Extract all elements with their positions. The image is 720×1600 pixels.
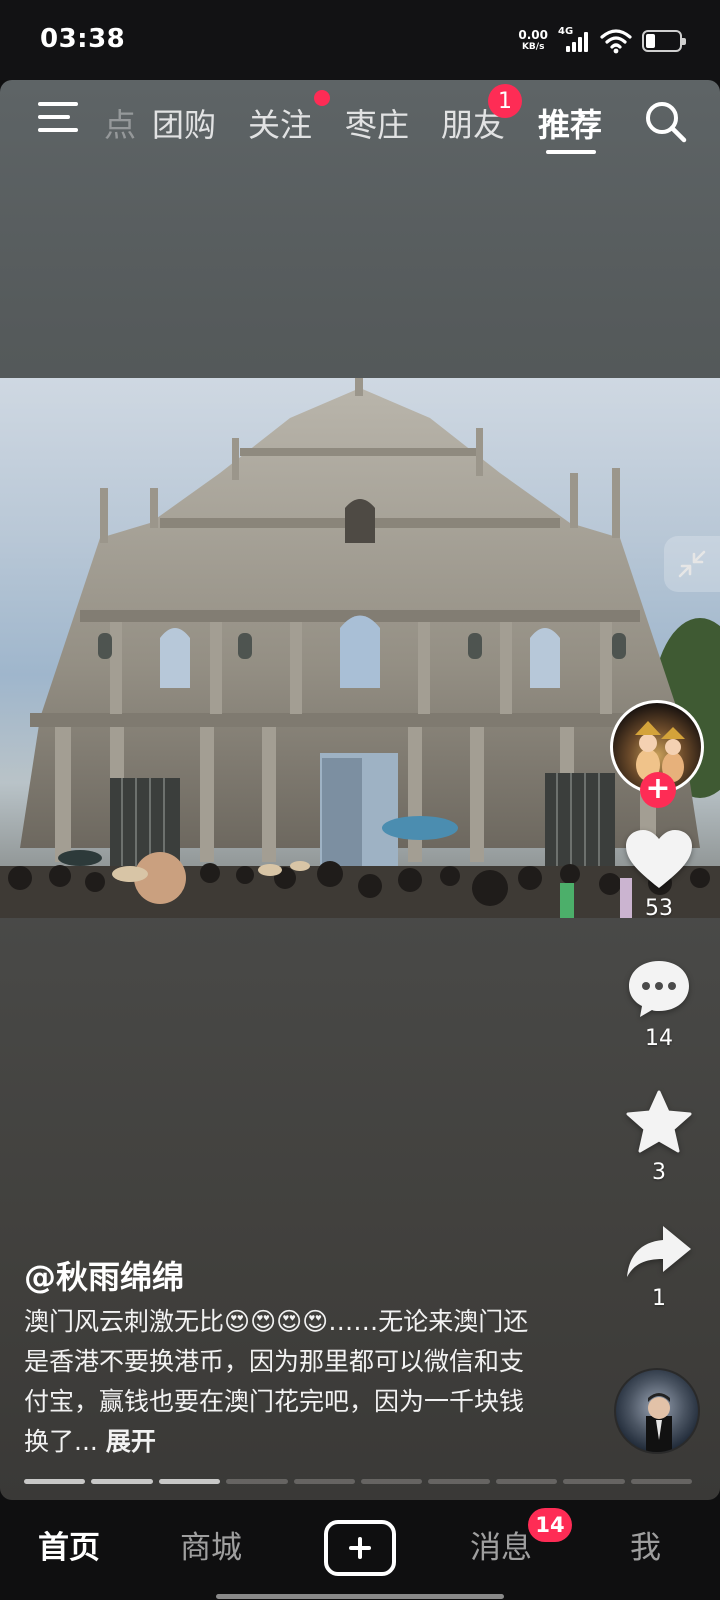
caption-text: 澳门风云刺激无比😍😍😍😍……无论来澳门还是香港不要换港币，因为那里都可以微信和支… [24, 1307, 529, 1456]
like-button[interactable]: 53 [614, 828, 704, 921]
progress-segment [24, 1479, 86, 1484]
progress-segment [495, 1479, 558, 1484]
following-notification-dot [314, 90, 330, 106]
share-button[interactable]: 1 [614, 1224, 704, 1311]
nav-mall[interactable]: 商城 [180, 1522, 242, 1567]
active-tab-indicator [546, 150, 596, 154]
bottom-nav: 首页 商城 消息 14 我 [0, 1500, 720, 1600]
network-type-label: 4G [558, 26, 574, 37]
search-icon[interactable] [644, 100, 688, 144]
battery-icon [642, 30, 686, 52]
wifi-icon [600, 29, 632, 54]
network-speed-unit: KB/s [521, 42, 545, 52]
menu-icon[interactable] [38, 100, 80, 134]
tab-local[interactable]: 枣庄 [345, 100, 409, 146]
comment-icon [629, 961, 689, 1017]
share-count: 1 [652, 1286, 666, 1311]
nav-me[interactable]: 我 [630, 1522, 661, 1567]
status-bar: 03:38 0.00 KB/s 4G [0, 0, 720, 80]
top-nav: 点 团购 关注 枣庄 朋友 1 推荐 [0, 80, 720, 170]
share-icon [627, 1226, 691, 1277]
tab-following[interactable]: 关注 [248, 100, 312, 146]
status-icons: 0.00 KB/s 4G [518, 26, 686, 56]
favorite-button[interactable]: 3 [614, 1090, 704, 1185]
progress-segment [563, 1479, 625, 1484]
tab-recommended[interactable]: 推荐 [538, 100, 602, 146]
friends-badge: 1 [488, 84, 522, 118]
home-indicator [216, 1594, 504, 1599]
heart-icon [626, 830, 692, 888]
comment-button[interactable]: 14 [614, 958, 704, 1051]
create-button[interactable] [324, 1520, 396, 1576]
follow-plus-icon[interactable]: + [640, 772, 676, 808]
network-speed-value: 0.00 [518, 28, 548, 42]
network-speed: 0.00 KB/s [518, 29, 548, 53]
author-name[interactable]: @秋雨绵绵 [24, 1252, 184, 1298]
progress-segment [428, 1479, 490, 1484]
like-count: 53 [645, 896, 673, 921]
progress-segment [630, 1479, 693, 1484]
post-caption: 澳门风云刺激无比😍😍😍😍……无论来澳门还是香港不要换港币，因为那里都可以微信和支… [24, 1302, 544, 1462]
post-photo[interactable] [0, 378, 720, 918]
progress-segment [293, 1479, 356, 1484]
tab-group-buy[interactable]: 团购 [152, 100, 216, 146]
photo-progress [24, 1479, 693, 1485]
video-card[interactable]: 点 团购 关注 枣庄 朋友 1 推荐 + 53 14 3 1 @秋雨绵绵 澳门风… [0, 80, 720, 1500]
star-icon [626, 1090, 692, 1153]
nav-messages[interactable]: 消息 [470, 1522, 532, 1567]
expand-link[interactable]: 展开 [106, 1427, 156, 1456]
music-disc-avatar[interactable] [614, 1368, 700, 1454]
cellular-signal-icon: 4G [558, 26, 590, 54]
progress-segment [361, 1479, 423, 1484]
messages-badge: 14 [528, 1508, 572, 1542]
progress-segment [226, 1479, 288, 1484]
comment-count: 14 [645, 1026, 673, 1051]
nav-home[interactable]: 首页 [38, 1522, 100, 1567]
status-time: 03:38 [40, 24, 126, 54]
progress-segment [91, 1479, 153, 1484]
progress-segment [158, 1479, 221, 1484]
tab-partial[interactable]: 点 [104, 100, 136, 146]
collapse-icon[interactable] [664, 536, 720, 592]
favorite-count: 3 [652, 1160, 666, 1185]
